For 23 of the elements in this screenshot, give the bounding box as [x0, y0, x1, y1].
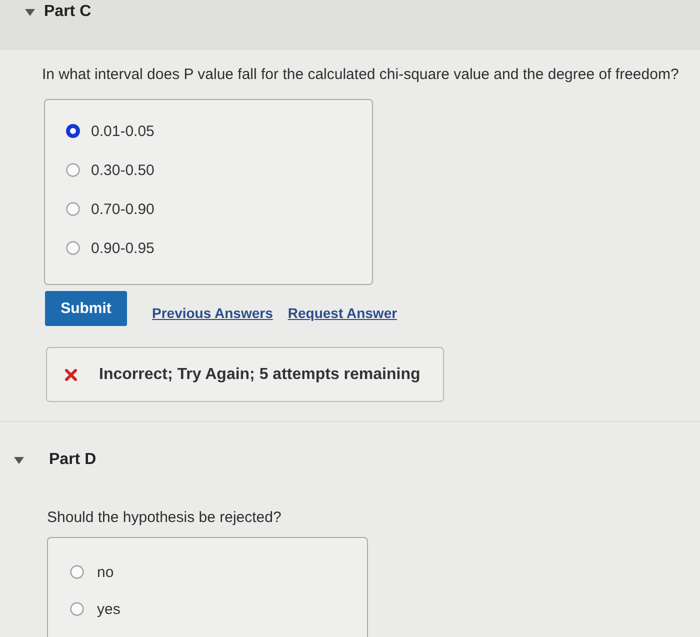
radio-button[interactable]	[70, 565, 84, 579]
option-label[interactable]: 0.01-0.05	[91, 122, 154, 140]
feedback-text: Incorrect; Try Again; 5 attempts remaining	[99, 366, 420, 384]
text-link[interactable]: Request Answer	[288, 304, 398, 320]
question-text: In what interval does P value fall for the calculated chi-square value and the degree of freedom?	[42, 65, 679, 84]
cross-icon	[65, 368, 77, 380]
part-title: Part D	[49, 451, 96, 469]
caret-icon[interactable]	[14, 456, 24, 464]
option-label[interactable]: 0.70-0.90	[91, 200, 154, 218]
option-label[interactable]: yes	[97, 600, 120, 618]
text-link[interactable]: Previous Answers	[152, 304, 273, 320]
option-label[interactable]: 0.30-0.50	[91, 162, 154, 178]
submit-button[interactable]: Submit	[45, 291, 127, 326]
radio-button[interactable]	[70, 602, 84, 616]
radio-button[interactable]	[66, 124, 80, 138]
question-text: Should the hypothesis be rejected?	[47, 508, 282, 527]
caret-icon[interactable]	[25, 9, 35, 16]
part-title: Part C	[44, 3, 92, 21]
option-label[interactable]: no	[97, 564, 114, 580]
radio-button[interactable]	[66, 163, 80, 177]
radio-button[interactable]	[66, 241, 80, 255]
radio-button[interactable]	[66, 202, 80, 216]
option-label[interactable]: 0.90-0.95	[91, 240, 154, 256]
